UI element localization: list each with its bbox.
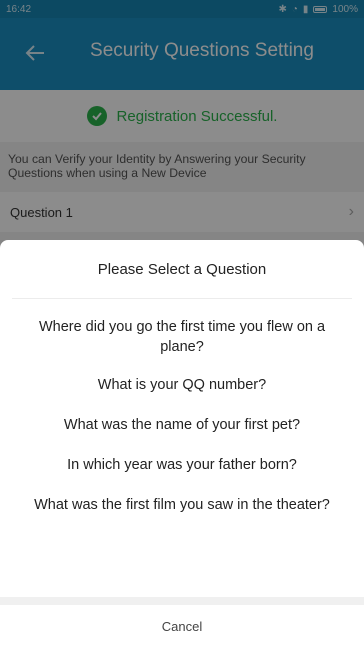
question-option[interactable]: In which year was your father born?	[0, 455, 364, 475]
question-option[interactable]: What was the name of your first pet?	[0, 415, 364, 435]
question-option[interactable]: Where did you go the first time you flew…	[0, 317, 364, 357]
question-picker-sheet: Please Select a Question Where did you g…	[0, 240, 364, 647]
question-option[interactable]: What is your QQ number?	[0, 375, 364, 395]
question-options: Where did you go the first time you flew…	[0, 299, 364, 515]
question-option[interactable]: What was the first film you saw in the t…	[0, 495, 364, 515]
cancel-button[interactable]: Cancel	[0, 612, 364, 642]
divider	[0, 597, 364, 605]
sheet-title: Please Select a Question	[12, 240, 352, 299]
